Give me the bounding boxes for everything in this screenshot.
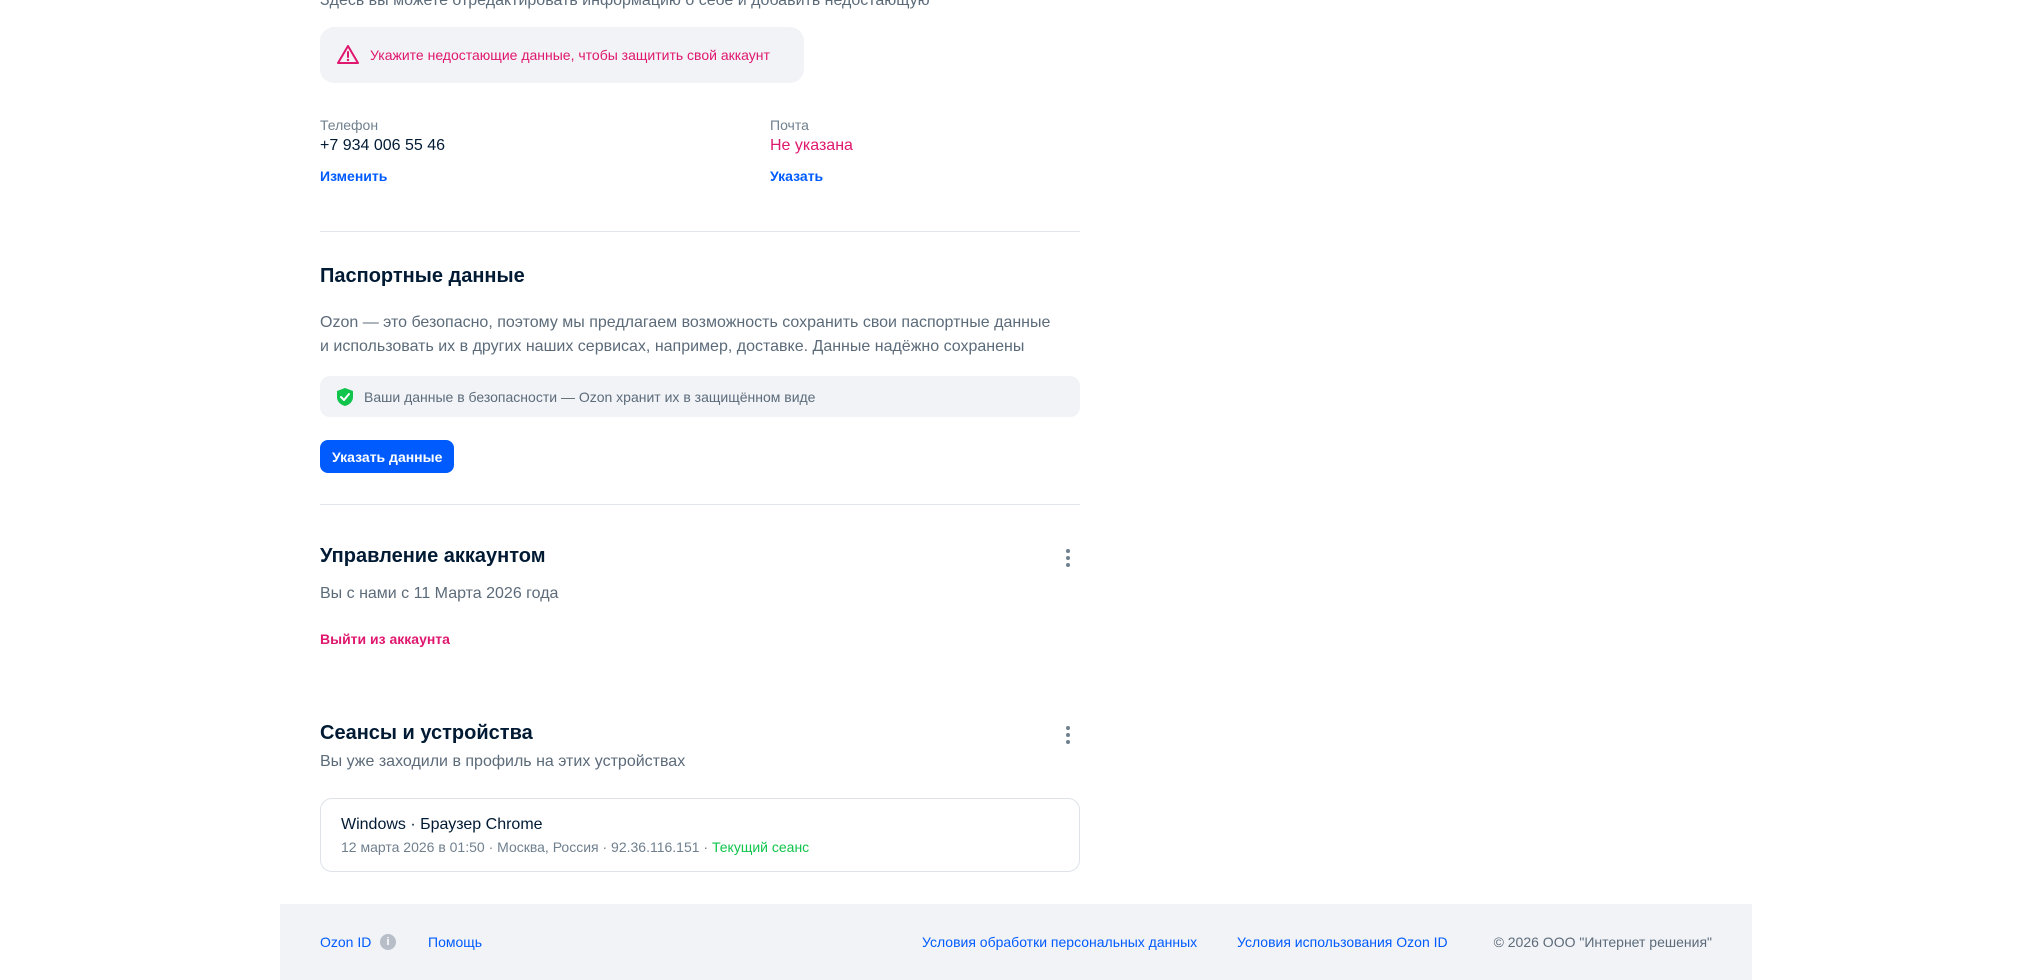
- passport-title: Паспортные данные: [320, 265, 525, 287]
- intro-text: Здесь вы можете отредактировать информац…: [320, 0, 930, 9]
- sessions-title: Сеансы и устройства: [320, 722, 533, 744]
- current-session-label: Текущий сеанс: [711, 839, 810, 855]
- warning-triangle-icon: [336, 43, 360, 67]
- session-details-text: 12 марта 2026 в 01:50 · Москва, Россия ·…: [341, 839, 712, 855]
- logout-link[interactable]: Выйти из аккаунта: [320, 631, 450, 647]
- shield-check-icon: [336, 387, 354, 407]
- add-passport-button[interactable]: Указать данные: [320, 440, 455, 473]
- phone-value: +7 934 006 55 46: [320, 137, 446, 154]
- missing-data-warning: Укажите недостающие данные, чтобы защити…: [320, 27, 804, 83]
- info-icon[interactable]: i: [380, 934, 396, 950]
- footer: Ozon ID i Помощь Условия обработки персо…: [280, 904, 1752, 980]
- session-item: Windows · Браузер Chrome 12 марта 2026 в…: [320, 798, 1080, 872]
- phone-label: Телефон: [320, 117, 379, 133]
- divider: [320, 231, 1080, 232]
- email-block: Почта Не указана Указать: [770, 117, 853, 186]
- member-since-text: Вы с нами с 11 Марта 2026 года: [320, 585, 559, 602]
- session-details: 12 марта 2026 в 01:50 · Москва, Россия ·…: [341, 838, 1079, 856]
- change-phone-link[interactable]: Изменить: [320, 168, 387, 184]
- sessions-more-menu-icon[interactable]: [1061, 722, 1075, 748]
- sessions-subtitle: Вы уже заходили в профиль на этих устрой…: [320, 753, 686, 770]
- email-label: Почта: [770, 117, 809, 133]
- passport-security-note: Ваши данные в безопасности — Ozon хранит…: [320, 376, 1080, 417]
- account-more-menu-icon[interactable]: [1061, 545, 1075, 571]
- divider: [320, 504, 1080, 505]
- copyright-text: © 2026 ООО "Интернет решения": [1493, 934, 1712, 950]
- add-email-link[interactable]: Указать: [770, 168, 823, 184]
- security-note-text: Ваши данные в безопасности — Ozon хранит…: [364, 388, 816, 405]
- personal-data-terms-link[interactable]: Условия обработки персональных данных: [922, 934, 1197, 950]
- footer-help-link[interactable]: Помощь: [428, 934, 482, 950]
- footer-ozon-id-link[interactable]: Ozon ID: [320, 934, 371, 950]
- passport-description-line: и использовать их в других наших сервиса…: [320, 338, 1025, 355]
- phone-block: Телефон +7 934 006 55 46 Изменить: [320, 117, 445, 186]
- account-management-title: Управление аккаунтом: [320, 545, 546, 567]
- passport-description: Ozon — это безопасно, поэтому мы предлаг…: [320, 311, 1050, 359]
- session-device: Windows · Браузер Chrome: [341, 816, 543, 833]
- passport-description-line: Ozon — это безопасно, поэтому мы предлаг…: [320, 314, 1051, 331]
- email-value: Не указана: [770, 137, 853, 154]
- ozon-id-terms-link[interactable]: Условия использования Ozon ID: [1237, 934, 1448, 950]
- warning-text: Укажите недостающие данные, чтобы защити…: [370, 47, 770, 63]
